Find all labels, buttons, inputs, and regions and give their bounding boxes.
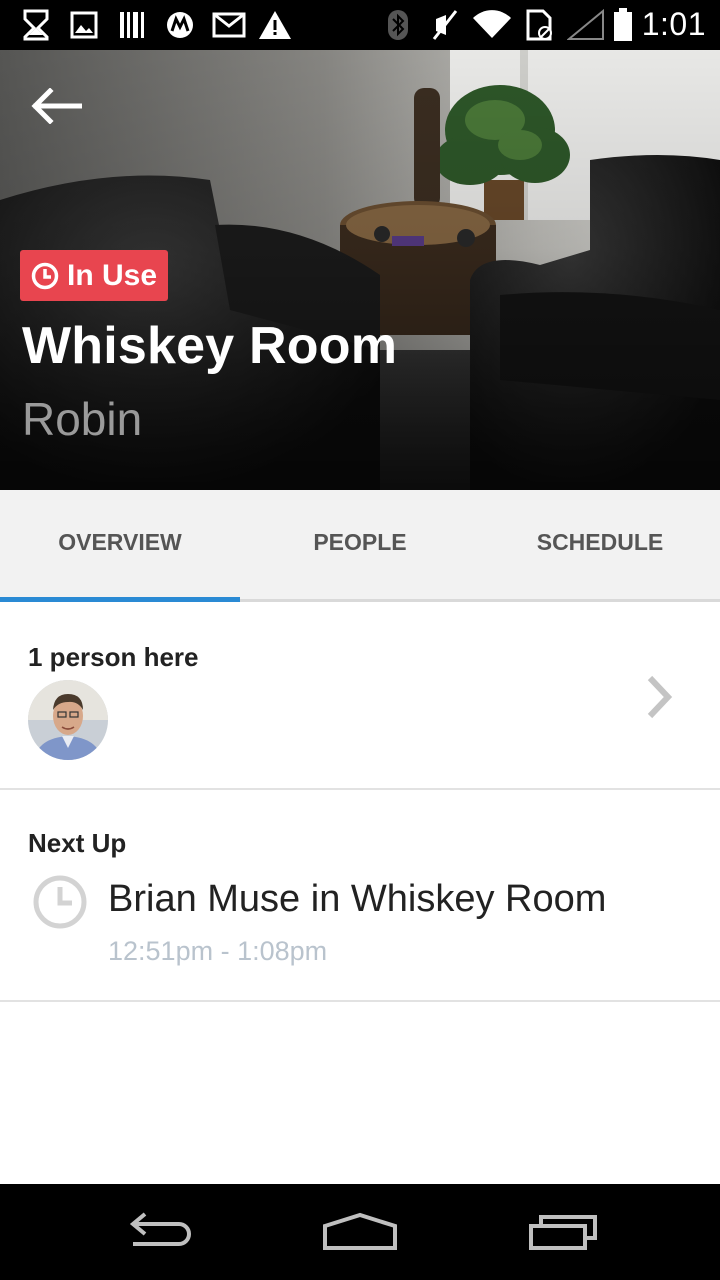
notification-icon — [22, 8, 50, 42]
back-icon — [129, 1212, 191, 1246]
room-hero: In Use Whiskey Room Robin — [0, 50, 720, 490]
tab-bar: OVERVIEW PEOPLE SCHEDULE — [0, 490, 720, 602]
wifi-icon — [472, 8, 512, 42]
people-count-heading: 1 person here — [28, 642, 199, 672]
recents-icon — [529, 1215, 597, 1250]
bluetooth-icon — [386, 8, 410, 42]
gallery-icon — [70, 8, 98, 42]
back-button[interactable] — [24, 80, 88, 132]
nav-recents-button[interactable] — [508, 1204, 618, 1260]
nav-back-button[interactable] — [104, 1204, 214, 1260]
next-event-time: 12:51pm - 1:08pm — [108, 936, 328, 966]
next-up-section: Next Up Brian Muse in Whiskey Room 12:51… — [0, 790, 720, 1002]
tab-people[interactable]: PEOPLE — [240, 490, 480, 599]
tab-schedule[interactable]: SCHEDULE — [480, 490, 720, 599]
status-badge: In Use — [20, 250, 169, 301]
navigation-bar — [0, 1184, 720, 1280]
status-badge-label: In Use — [67, 258, 158, 292]
sim-icon — [526, 8, 554, 42]
people-here-row[interactable]: 1 person here — [0, 602, 720, 790]
next-event-title[interactable]: Brian Muse in Whiskey Room — [108, 878, 606, 921]
barcode-icon — [118, 8, 146, 42]
clock-icon — [33, 875, 87, 929]
signal-icon — [566, 8, 606, 42]
muted-icon — [430, 8, 460, 42]
avatar[interactable] — [28, 680, 108, 760]
tab-overview[interactable]: OVERVIEW — [0, 490, 240, 602]
clock-icon — [31, 262, 59, 289]
nav-home-button[interactable] — [305, 1204, 415, 1260]
next-up-heading: Next Up — [28, 828, 127, 858]
gmail-icon — [212, 8, 246, 42]
home-icon — [323, 1212, 397, 1250]
room-title: Whiskey Room — [22, 317, 398, 375]
warning-icon — [258, 8, 292, 42]
chevron-right-icon — [647, 675, 673, 719]
motorola-icon — [166, 8, 194, 42]
battery-icon — [612, 8, 634, 42]
status-bar: 1:01 — [0, 0, 720, 50]
clock-time: 1:01 — [641, 6, 706, 42]
arrow-left-icon — [31, 88, 82, 124]
room-organization: Robin — [22, 393, 143, 445]
